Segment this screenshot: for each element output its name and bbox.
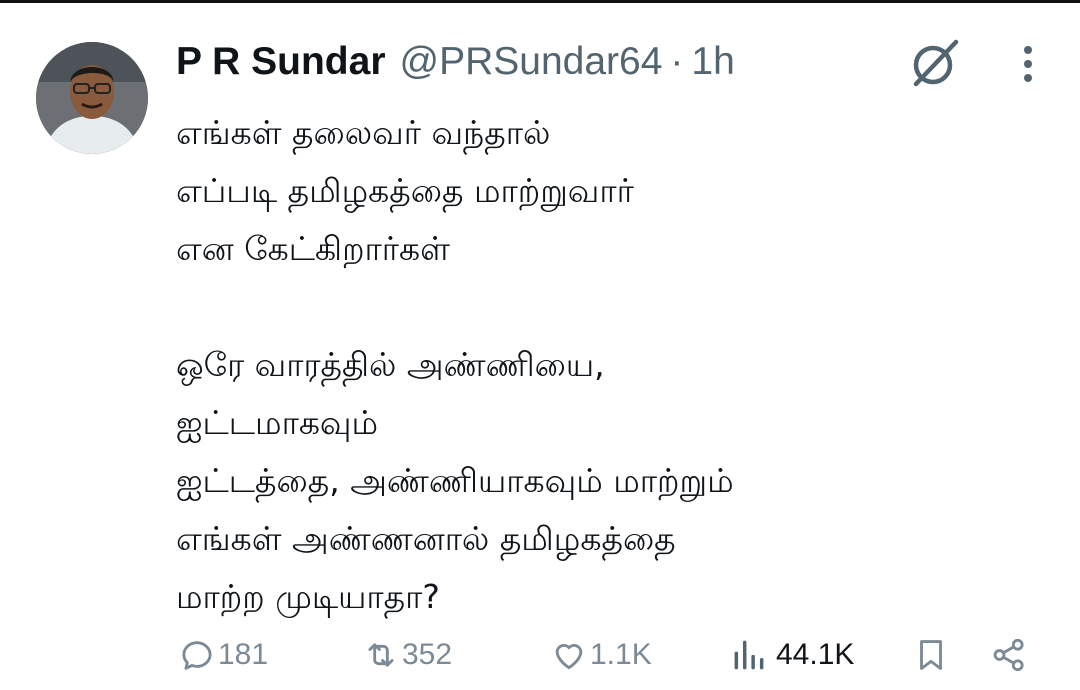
repost-button[interactable]: 352	[362, 630, 452, 680]
share-icon	[993, 638, 1024, 672]
tweet-text: எங்கள் தலைவர் வந்தால் எப்படி தமிழகத்தை ம…	[176, 113, 734, 616]
tweet-card[interactable]: P R Sundar @PRSundar64 · 1h எங்கள் தலைவர…	[0, 0, 1080, 690]
share-button[interactable]	[990, 630, 1028, 680]
like-count: 1.1K	[590, 638, 652, 671]
tweet-header: P R Sundar @PRSundar64 · 1h	[176, 36, 735, 88]
avatar-photo	[36, 42, 148, 154]
heart-icon	[555, 644, 583, 670]
avatar[interactable]	[36, 42, 148, 154]
bookmark-icon	[920, 640, 942, 670]
like-button[interactable]: 1.1K	[550, 630, 652, 680]
views-count: 44.1K	[776, 638, 855, 671]
bookmark-button[interactable]	[912, 630, 950, 680]
separator-dot: ·	[670, 40, 684, 83]
tweet-time[interactable]: 1h	[691, 40, 734, 84]
grok-icon[interactable]	[908, 36, 962, 90]
author-name[interactable]: P R Sundar	[176, 40, 386, 84]
reply-button[interactable]: 181	[178, 630, 268, 680]
action-bar: 181 352 1.1K 44.1K	[0, 630, 1080, 680]
repost-icon	[368, 643, 394, 667]
views-button[interactable]: 44.1K	[730, 630, 854, 680]
reply-icon	[182, 641, 212, 670]
repost-count: 352	[402, 638, 453, 671]
author-handle[interactable]: @PRSundar64	[400, 40, 663, 84]
more-vertical-icon[interactable]	[1010, 40, 1046, 88]
reply-count: 181	[218, 638, 269, 671]
views-icon	[734, 640, 764, 670]
